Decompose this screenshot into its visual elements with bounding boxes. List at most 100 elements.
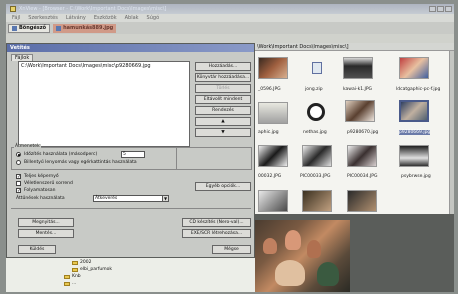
- thumbnail[interactable]: [347, 145, 377, 167]
- cd-create-button[interactable]: CD készítés (Nero-val)...: [182, 218, 251, 227]
- file-list[interactable]: C:\Work\Important Docs\Images\misc\p9280…: [18, 61, 190, 147]
- vertical-scrollbar[interactable]: [449, 51, 454, 214]
- loop-label: Folyamatosan: [24, 188, 56, 193]
- thumbnail[interactable]: [399, 145, 429, 167]
- tab-files[interactable]: Fájlok: [11, 54, 34, 61]
- options-group: [176, 147, 252, 170]
- tree-item-label: ...: [72, 281, 77, 286]
- thumbnail-label-selected: p9280669.jpg: [399, 130, 431, 135]
- person-shape: [263, 238, 277, 254]
- transition-group: [11, 147, 177, 170]
- person-shape: [275, 260, 305, 286]
- open-button[interactable]: Megnyitás...: [18, 218, 74, 227]
- move-down-button[interactable]: ▼: [195, 128, 251, 137]
- folder-icon: [64, 281, 70, 286]
- slideshow-dialog: Vetítés Fájlok C:\Work\Important Docs\Im…: [6, 43, 255, 258]
- tab-browser[interactable]: Böngésző: [8, 23, 51, 33]
- save-button[interactable]: Mentés...: [18, 229, 74, 238]
- thumbnail[interactable]: [345, 100, 375, 122]
- add-folder-button[interactable]: Könyvtár hozzáadása...: [195, 73, 251, 82]
- folder-icon: [64, 274, 70, 279]
- folder-icon: [72, 260, 78, 265]
- menu-edit[interactable]: Szerkesztés: [28, 15, 58, 21]
- timer-radio-label: Időzítés használata (másodperc): [24, 152, 98, 157]
- menu-tools[interactable]: Eszközök: [94, 15, 117, 21]
- menu-bar: Fájl Szerkesztés Látvány Eszközök Ablak …: [6, 14, 454, 22]
- thumbnail-selected[interactable]: [399, 100, 429, 122]
- tab-bar: Böngésző hamunkás889.jpg: [6, 22, 454, 34]
- thumbnail[interactable]: [258, 190, 288, 212]
- tree-item-label: 2002: [80, 260, 92, 265]
- tree-item[interactable]: elbi_parfumok: [72, 267, 112, 272]
- divider: [11, 208, 251, 209]
- tree-item-label: Knb: [72, 274, 81, 279]
- timer-radio[interactable]: [16, 152, 21, 157]
- thumbnail-label: PIC00033.JPG: [300, 174, 331, 179]
- tree-item-label: elbi_parfumok: [80, 267, 113, 272]
- thumbnail[interactable]: [258, 145, 288, 167]
- timer-seconds-input[interactable]: 5: [121, 151, 145, 158]
- thumbnail-label: 00032.JPG: [258, 174, 282, 179]
- thumbnail[interactable]: [302, 145, 332, 167]
- menu-window[interactable]: Ablak: [125, 15, 139, 21]
- menu-file[interactable]: Fájl: [12, 15, 20, 21]
- transition-effect-label: Áttűnések használata: [16, 196, 65, 201]
- window-controls: [429, 6, 452, 12]
- folder-icon: [72, 267, 78, 272]
- thumbnail[interactable]: [258, 57, 288, 79]
- close-icon[interactable]: [445, 6, 452, 12]
- tree-item[interactable]: Knb: [64, 274, 81, 279]
- browser-icon: [12, 25, 17, 31]
- add-button[interactable]: Hozzáadás...: [195, 62, 251, 71]
- menu-help[interactable]: Súgó: [147, 15, 160, 21]
- move-up-button[interactable]: ▲: [195, 117, 251, 126]
- loop-checkbox[interactable]: ✓: [16, 188, 21, 194]
- thumbnail[interactable]: [300, 100, 330, 122]
- cancel-button[interactable]: Mégse: [212, 245, 251, 254]
- thumbnail-label: jong.zip: [305, 87, 323, 92]
- tree-item[interactable]: 2002: [72, 260, 91, 265]
- thumbnail[interactable]: [302, 190, 332, 212]
- list-item[interactable]: C:\Work\Important Docs\Images\misc\p9280…: [21, 63, 187, 69]
- app-icon: [10, 6, 16, 12]
- app-title: XnView - [Browser - C:\Work\Important Do…: [19, 6, 167, 12]
- sort-button[interactable]: Rendezés: [195, 106, 251, 115]
- tree-item[interactable]: ...: [64, 281, 76, 286]
- thumbnail[interactable]: [258, 102, 288, 124]
- transition-effect-select[interactable]: Átkeverés: [93, 195, 169, 202]
- thumbnail[interactable]: [347, 190, 377, 212]
- transition-group-label: Átmenetek: [14, 144, 41, 149]
- toolbar: [6, 34, 454, 43]
- thumbnail[interactable]: [399, 57, 429, 79]
- thumbnail-label: aphic.jpg: [258, 130, 279, 135]
- start-button[interactable]: Küldés: [18, 245, 56, 254]
- thumbnail-label: kawai-k1.JPG: [343, 87, 373, 92]
- random-order-label: Véletlenszerű sorrend: [24, 181, 73, 186]
- key-radio[interactable]: [16, 160, 21, 165]
- person-shape: [307, 240, 321, 258]
- dropdown-arrow-icon[interactable]: ▼: [162, 195, 169, 202]
- remove-all-button[interactable]: Eltávolít mindent: [195, 95, 251, 104]
- app-title-bar: XnView - [Browser - C:\Work\Important Do…: [6, 4, 454, 14]
- thumbnail-label: PIC00034.JPG: [347, 174, 378, 179]
- dialog-title: Vetítés: [7, 44, 254, 52]
- fullscreen-label: Teljes képernyő: [24, 174, 59, 179]
- person-shape: [317, 262, 339, 286]
- menu-view[interactable]: Látvány: [66, 15, 86, 21]
- other-options-button[interactable]: Egyéb opciók...: [195, 182, 251, 191]
- minimize-icon[interactable]: [429, 6, 436, 12]
- zip-file-icon: [312, 62, 322, 74]
- tab-browser-label: Böngésző: [19, 25, 47, 31]
- thumbnail-label: _0596.JPG: [258, 87, 281, 92]
- random-order-checkbox[interactable]: [16, 181, 21, 186]
- maximize-icon[interactable]: [437, 6, 444, 12]
- fullscreen-checkbox[interactable]: ✓: [16, 174, 21, 180]
- path-bar[interactable]: \Work\Important Docs\Images\misc\]: [255, 43, 454, 51]
- thumbnail[interactable]: [302, 57, 332, 79]
- exe-create-button[interactable]: EXE/SCR létrehozása...: [182, 229, 251, 238]
- tab-image[interactable]: hamunkás889.jpg: [53, 23, 117, 33]
- thumbnail-label: nethas.jpg: [303, 130, 327, 135]
- thumbnail[interactable]: [343, 57, 373, 79]
- key-radio-label: Billentyű lenyomás vagy egérkattintás ha…: [24, 160, 137, 165]
- delete-button[interactable]: Törlés: [195, 84, 251, 93]
